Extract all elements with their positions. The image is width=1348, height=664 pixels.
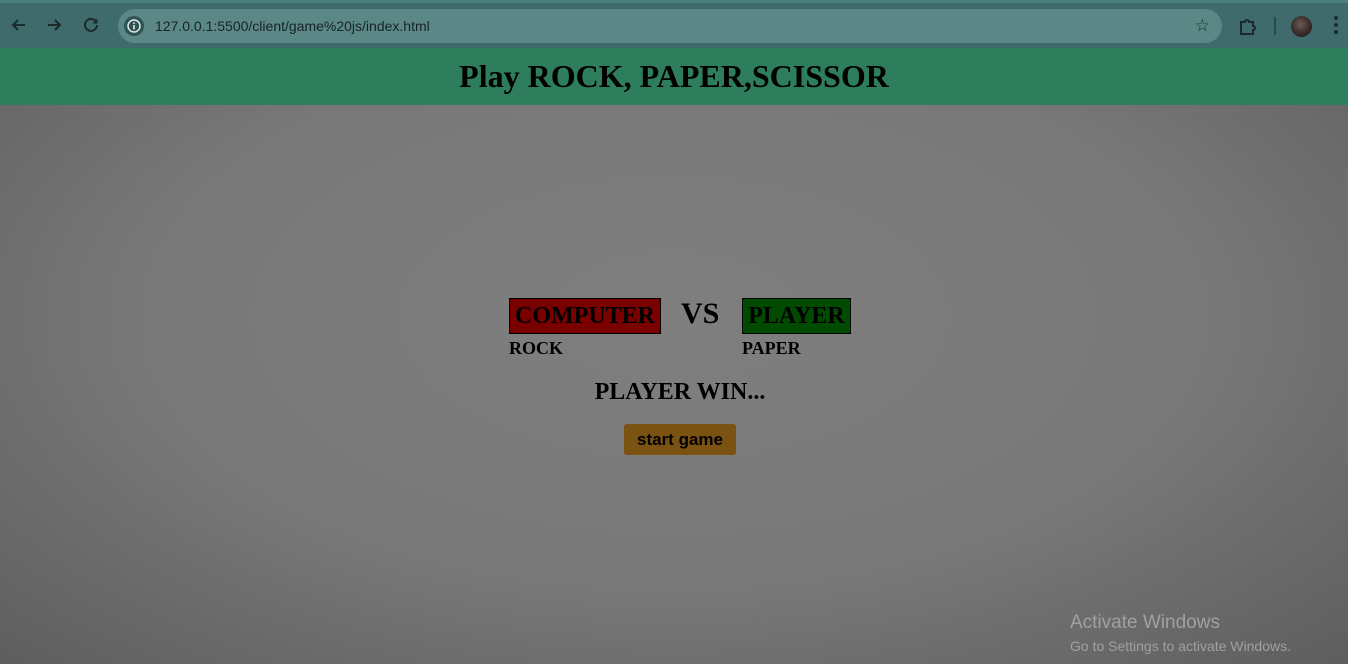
address-bar[interactable]: 127.0.0.1:5500/client/game%20js/index.ht… — [118, 9, 1222, 43]
profile-avatar[interactable] — [1291, 16, 1312, 37]
page-title: Play ROCK, PAPER,SCISSOR — [459, 58, 889, 94]
page-header: Play ROCK, PAPER,SCISSOR — [0, 48, 1348, 105]
activate-windows-watermark: Activate Windows Go to Settings to activ… — [1070, 611, 1291, 657]
game-area: COMPUTER VS PLAYER ROCK PAPER PLAYER WIN… — [0, 105, 1348, 664]
info-icon — [127, 19, 141, 33]
star-icon: ☆ — [1194, 16, 1210, 36]
puzzle-icon — [1240, 19, 1256, 35]
kebab-menu-icon[interactable] — [1334, 16, 1340, 38]
player-label-box: PLAYER — [742, 298, 851, 334]
toolbar-divider — [1274, 17, 1276, 35]
back-button[interactable] — [8, 14, 30, 36]
bookmark-star-button[interactable]: ☆ — [1195, 15, 1210, 37]
arrow-right-icon — [48, 19, 62, 31]
site-info-button[interactable] — [124, 16, 144, 36]
computer-label-box: COMPUTER — [509, 298, 661, 334]
arrow-left-icon — [11, 19, 25, 31]
computer-choice: ROCK — [509, 338, 563, 358]
forward-button[interactable] — [43, 14, 65, 36]
reload-button[interactable] — [80, 14, 102, 36]
extensions-button[interactable] — [1237, 15, 1259, 37]
watermark-subtitle: Go to Settings to activate Windows. — [1070, 638, 1291, 654]
player-choice: PAPER — [742, 338, 801, 358]
start-game-button[interactable]: start game — [624, 424, 736, 455]
result-message: PLAYER WIN... — [594, 379, 766, 405]
url-text[interactable]: 127.0.0.1:5500/client/game%20js/index.ht… — [155, 9, 430, 43]
watermark-title: Activate Windows — [1070, 612, 1220, 633]
reload-icon — [84, 17, 98, 32]
vs-label: VS — [681, 297, 720, 330]
browser-toolbar: 127.0.0.1:5500/client/game%20js/index.ht… — [0, 0, 1348, 48]
